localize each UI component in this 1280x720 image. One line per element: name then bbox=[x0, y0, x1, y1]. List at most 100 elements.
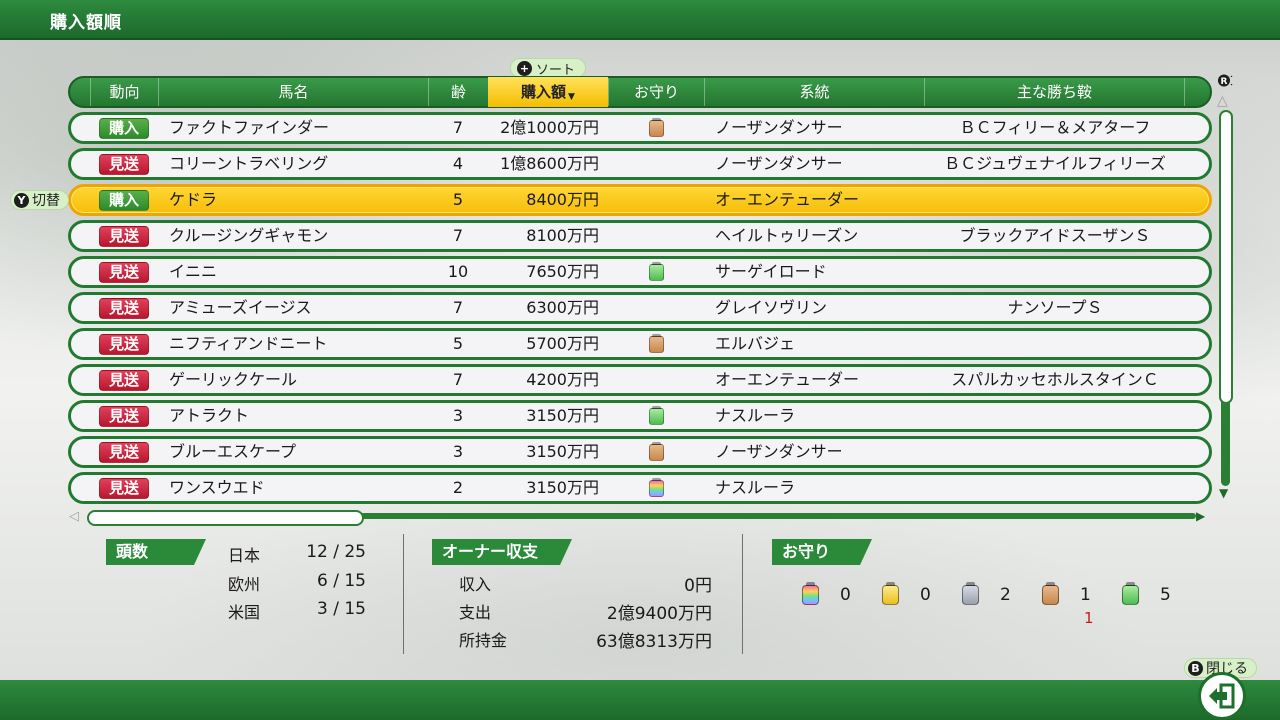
horse-wins bbox=[925, 187, 1185, 213]
column-header-charm[interactable]: お守り bbox=[608, 78, 704, 106]
green-charm-icon bbox=[649, 406, 664, 425]
scroll-right-arrow-icon[interactable]: ▶ bbox=[1196, 509, 1205, 523]
table-row[interactable]: 見送 アトラクト 3 3150万円 ナスルーラ bbox=[68, 400, 1212, 432]
owner-panel-label: オーナー収支 bbox=[432, 539, 572, 565]
horse-line: ノーザンダンサー bbox=[715, 442, 843, 461]
sort-button[interactable]: + ソート bbox=[510, 58, 587, 78]
status-badge[interactable]: 見送 bbox=[99, 478, 149, 499]
column-header-price[interactable]: 購入額 ▼ bbox=[488, 77, 608, 107]
horse-name: ニフティアンドニート bbox=[169, 334, 328, 353]
status-badge[interactable]: 見送 bbox=[99, 370, 149, 391]
bottom-bar bbox=[0, 680, 1280, 720]
horse-wins bbox=[925, 331, 1185, 357]
heads-usa-value: 3 / 15 bbox=[317, 599, 366, 619]
horse-price: 2億1000万円 bbox=[500, 118, 599, 137]
horse-line: ナスルーラ bbox=[715, 406, 796, 425]
heads-japan-value: 12 / 25 bbox=[306, 542, 366, 562]
scroll-left-arrow-icon[interactable]: ◁ bbox=[69, 509, 79, 524]
summary-divider-2 bbox=[742, 534, 743, 654]
r-button-letter: R bbox=[1221, 77, 1228, 87]
page-title: 購入額順 bbox=[50, 13, 122, 33]
horse-line: ナスルーラ bbox=[715, 478, 796, 497]
switch-button[interactable]: Y 切替 bbox=[10, 190, 69, 210]
r-button-icon: R bbox=[1218, 74, 1233, 87]
scroll-down-arrow-icon[interactable]: ▼ bbox=[1219, 486, 1228, 500]
table-row[interactable]: 見送 コリーントラベリング 4 1億8600万円 ノーザンダンサー ＢＣジュヴェナイルフィ… bbox=[68, 148, 1212, 180]
horse-line: ヘイルトゥリーズン bbox=[715, 226, 859, 245]
horse-name: アトラクト bbox=[169, 406, 250, 425]
heads-europe-value: 6 / 15 bbox=[317, 571, 366, 591]
heads-usa-label: 米国 bbox=[228, 603, 261, 622]
horse-line: オーエンテューダー bbox=[715, 370, 860, 389]
top-bar: 購入額順 bbox=[0, 0, 1280, 40]
table-row[interactable]: 見送 ブルーエスケープ 3 3150万円 ノーザンダンサー bbox=[68, 436, 1212, 468]
horse-wins bbox=[925, 475, 1185, 501]
table-row[interactable]: 見送 イニニ 10 7650万円 サーゲイロード bbox=[68, 256, 1212, 288]
status-badge[interactable]: 見送 bbox=[99, 406, 149, 427]
status-badge[interactable]: 見送 bbox=[99, 442, 149, 463]
horse-age: 5 bbox=[452, 190, 464, 209]
owner-income-value: 0円 bbox=[684, 576, 712, 596]
horse-wins: ナンソープＳ bbox=[1007, 298, 1103, 317]
heads-europe-label: 欧州 bbox=[228, 575, 261, 594]
b-button-icon: B bbox=[1188, 660, 1203, 676]
horse-age: 7 bbox=[452, 298, 464, 317]
table-row[interactable]: 見送 ゲーリックケール 7 4200万円 オーエンテューダー スパルカッセホルスタインＣ bbox=[68, 364, 1212, 396]
horse-wins bbox=[925, 259, 1185, 285]
horse-wins: ＢＣフィリー＆メアターフ bbox=[959, 118, 1151, 137]
status-badge[interactable]: 見送 bbox=[99, 262, 149, 283]
status-badge[interactable]: 購入 bbox=[99, 118, 149, 139]
table-row[interactable]: 見送 ワンスウエド 2 3150万円 ナスルーラ bbox=[68, 472, 1212, 504]
horizontal-scrollbar-thumb[interactable] bbox=[87, 510, 364, 526]
status-badge[interactable]: 購入 bbox=[99, 190, 149, 211]
horse-age: 7 bbox=[452, 226, 464, 245]
switch-label: 切替 bbox=[32, 193, 60, 209]
table-row[interactable]: 見送 ニフティアンドニート 5 5700万円 エルバジェ bbox=[68, 328, 1212, 360]
horse-price: 4200万円 bbox=[526, 370, 599, 389]
horse-wins bbox=[925, 439, 1185, 465]
rainbow-charm-icon bbox=[802, 582, 819, 605]
horse-price: 3150万円 bbox=[526, 478, 599, 497]
owner-money-value: 63億8313万円 bbox=[596, 632, 712, 652]
charm-panel-label: お守り bbox=[772, 539, 872, 565]
table-row[interactable]: 見送 アミューズイージス 7 6300万円 グレイソヴリン ナンソープＳ bbox=[68, 292, 1212, 324]
status-badge[interactable]: 見送 bbox=[99, 334, 149, 355]
horse-price: 3150万円 bbox=[526, 442, 599, 461]
exit-icon bbox=[1209, 683, 1235, 709]
brown-charm-icon bbox=[649, 334, 664, 353]
horse-line: オーエンテューダー bbox=[715, 190, 860, 209]
brown-charm-icon bbox=[1042, 582, 1059, 605]
table-row[interactable]: 見送 クルージングギャモン 7 8100万円 ヘイルトゥリーズン ブラックアイドスーザンＳ bbox=[68, 220, 1212, 252]
table-row[interactable]: 購入 ケドラ 5 8400万円 オーエンテューダー bbox=[68, 184, 1212, 216]
horse-age: 3 bbox=[452, 442, 464, 461]
column-header-age[interactable]: 齢 bbox=[428, 78, 488, 106]
close-button[interactable] bbox=[1198, 672, 1246, 720]
column-header-wins[interactable]: 主な勝ち鞍 bbox=[924, 78, 1184, 106]
horse-age: 10 bbox=[447, 262, 469, 281]
horse-price: 5700万円 bbox=[526, 334, 599, 353]
horse-wins bbox=[925, 403, 1185, 429]
status-badge[interactable]: 見送 bbox=[99, 226, 149, 247]
sort-label: ソート bbox=[536, 62, 576, 78]
y-button-icon: Y bbox=[14, 192, 29, 208]
charm-count: 5 bbox=[1160, 585, 1171, 605]
table-header: 動向 馬名 齢 購入額 ▼ お守り 系統 主な勝ち鞍 bbox=[68, 76, 1212, 108]
table-row[interactable]: 購入 ファクトファインダー 7 2億1000万円 ノーザンダンサー ＢＣフィリー＆メアター… bbox=[68, 112, 1212, 144]
horse-age: 7 bbox=[452, 118, 464, 137]
column-header-name[interactable]: 馬名 bbox=[158, 78, 428, 106]
horse-line: グレイソヴリン bbox=[715, 298, 828, 317]
horse-price: 8100万円 bbox=[526, 226, 599, 245]
vertical-scrollbar-thumb[interactable] bbox=[1219, 110, 1233, 404]
horse-name: ケドラ bbox=[169, 190, 218, 209]
horse-name: イニニ bbox=[169, 262, 218, 281]
horse-age: 2 bbox=[452, 478, 464, 497]
horse-name: ファクトファインダー bbox=[169, 118, 330, 137]
horse-wins: ブラックアイドスーザンＳ bbox=[959, 226, 1151, 245]
column-header-status[interactable]: 動向 bbox=[90, 78, 158, 106]
summary-divider-1 bbox=[403, 534, 404, 654]
column-header-line[interactable]: 系統 bbox=[704, 78, 924, 106]
status-badge[interactable]: 見送 bbox=[99, 154, 149, 175]
charm-count: 1 bbox=[1080, 585, 1091, 605]
status-badge[interactable]: 見送 bbox=[99, 298, 149, 319]
scroll-up-arrow-icon[interactable]: △ bbox=[1217, 93, 1228, 109]
